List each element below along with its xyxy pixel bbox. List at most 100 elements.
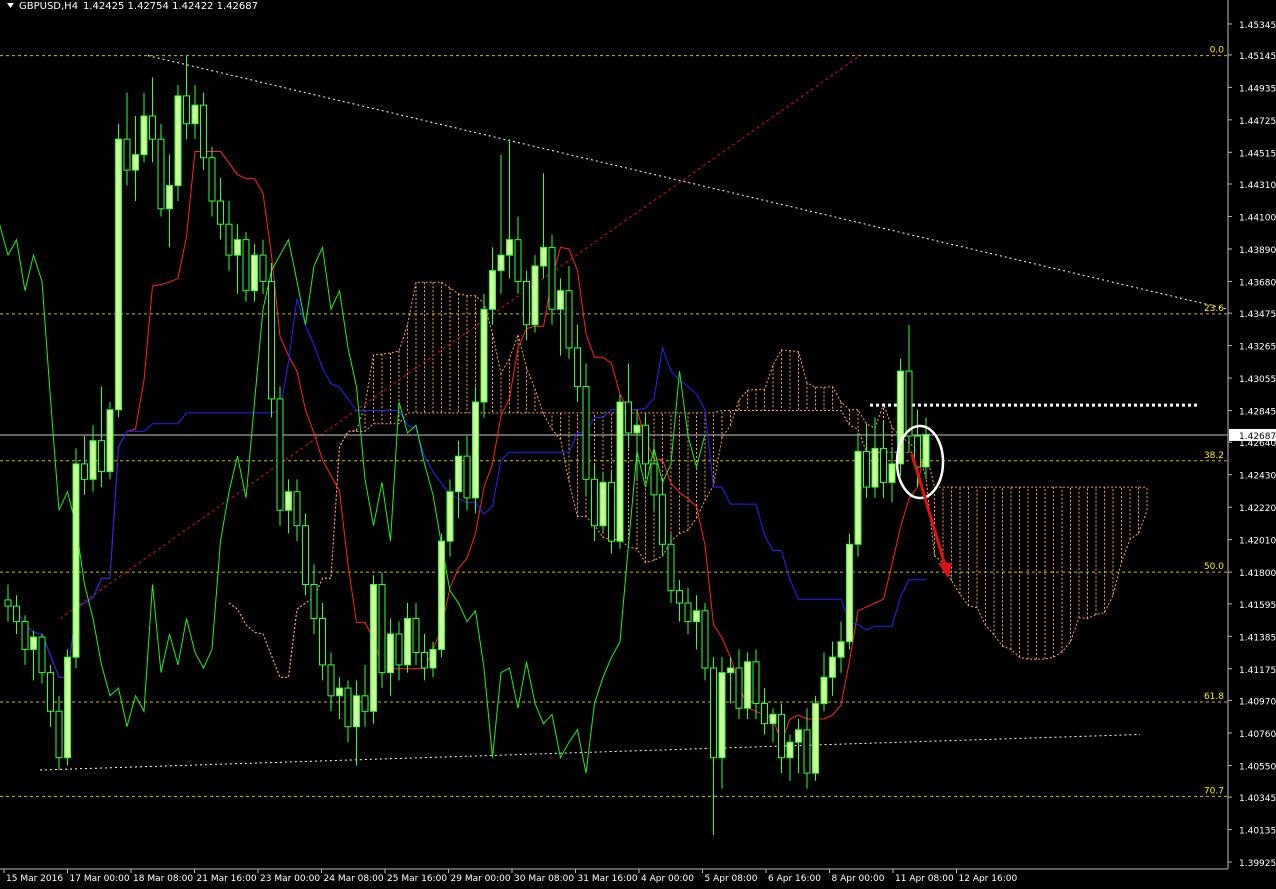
candle-body — [820, 676, 828, 705]
candle-body — [829, 656, 836, 678]
candle-body — [574, 347, 581, 388]
symbol-label: GBPUSD,H4 — [19, 1, 78, 12]
candle-body — [540, 246, 547, 267]
candle-body — [582, 386, 590, 480]
candle-body — [625, 401, 632, 434]
time-tick-label: 29 Mar 00:00 — [451, 874, 511, 884]
candle-body — [659, 494, 666, 545]
candle-body — [676, 590, 683, 604]
candle-body — [795, 729, 802, 743]
candle-body — [327, 664, 335, 697]
price-tick-label: 1.43890 — [1239, 246, 1276, 256]
candle-body — [387, 633, 394, 674]
price-tick-label: 1.40760 — [1239, 730, 1276, 740]
candle-body — [276, 398, 284, 511]
time-tick-label: 30 Mar 08:00 — [514, 874, 574, 884]
candle-body — [778, 713, 785, 759]
price-tick-label: 1.42010 — [1239, 537, 1276, 547]
candle-body — [710, 667, 717, 759]
candle-body — [157, 138, 165, 210]
price-tick-label: 1.44310 — [1239, 181, 1276, 191]
candle-body — [727, 667, 734, 674]
candle-body — [761, 703, 768, 725]
fibo-level-label: 38.2 — [1204, 451, 1224, 461]
price-tick-label: 1.43680 — [1239, 278, 1276, 288]
candle-body — [174, 95, 182, 187]
candle-body — [769, 713, 777, 725]
time-tick-label: 6 Apr 16:00 — [768, 874, 821, 884]
candle-body — [608, 481, 615, 542]
candle-body — [123, 138, 131, 171]
candle-body — [744, 661, 751, 709]
candle-body — [667, 543, 675, 592]
candle-body — [336, 687, 343, 697]
price-tick-label: 1.44935 — [1239, 84, 1276, 94]
gbpusd-h4-candlestick-chart[interactable]: 0.0 23.6 38.2 50.0 61.8 70.7 1.45345 1.45145 1.… — [0, 0, 1276, 889]
candle-body — [217, 200, 224, 225]
current-price-label: 1.42687 — [1239, 432, 1276, 442]
price-tick-label: 1.41385 — [1239, 633, 1276, 643]
price-tick-label: 1.44515 — [1239, 149, 1276, 159]
candle-body — [905, 370, 913, 437]
candle-body — [38, 636, 46, 674]
fibo-level-label: 0.0 — [1210, 46, 1225, 56]
candle-body — [863, 451, 870, 488]
candle-body — [81, 463, 88, 480]
candle-body — [701, 610, 709, 669]
price-tick-label: 1.45345 — [1239, 21, 1276, 31]
time-tick-label: 18 Mar 08:00 — [133, 874, 193, 884]
time-tick-label: 17 Mar 00:00 — [70, 874, 130, 884]
price-tick-label: 1.44725 — [1239, 117, 1276, 127]
candle-body — [591, 478, 598, 527]
candle-body — [4, 599, 12, 607]
candle-body — [166, 185, 173, 210]
price-tick-label: 1.42430 — [1239, 472, 1276, 482]
candle-body — [208, 157, 216, 202]
candle-body — [684, 602, 692, 623]
candle-body — [293, 491, 301, 527]
candle-body — [149, 115, 156, 140]
price-tick-label: 1.43265 — [1239, 343, 1276, 353]
candle-body — [557, 290, 564, 310]
time-tick-label: 4 Apr 00:00 — [641, 874, 694, 884]
candle-body — [200, 104, 207, 159]
candle-body — [548, 246, 556, 310]
price-tick-label: 1.39925 — [1239, 859, 1276, 869]
candle-body — [319, 618, 326, 666]
candle-body — [395, 633, 403, 666]
candle-body — [472, 401, 479, 499]
candle-body — [225, 223, 233, 256]
candle-body — [497, 254, 505, 272]
candle-body — [642, 424, 649, 465]
candle-body — [55, 710, 63, 759]
candle-body — [64, 656, 71, 759]
price-tick-label: 1.41800 — [1239, 569, 1276, 579]
candle-body — [803, 729, 811, 774]
candle-body — [812, 703, 819, 774]
candle-body — [132, 154, 139, 171]
candle-body — [752, 661, 760, 705]
candle-body — [871, 447, 879, 488]
candle-body — [718, 672, 726, 759]
time-tick-label: 23 Mar 00:00 — [260, 874, 320, 884]
candle-body — [404, 618, 411, 666]
time-tick-label: 12 Apr 16:00 — [959, 874, 1018, 884]
candle-body — [191, 104, 199, 125]
candle-body — [251, 254, 258, 292]
time-tick-label: 21 Mar 16:00 — [197, 874, 257, 884]
candle-body — [888, 463, 896, 483]
candle-body — [506, 239, 513, 256]
candle-body — [13, 605, 20, 623]
price-tick-label: 1.41175 — [1239, 666, 1276, 676]
candle-body — [115, 138, 122, 411]
candle-body — [880, 447, 887, 483]
candle-body — [599, 481, 607, 527]
price-tick-label: 1.44100 — [1239, 213, 1276, 223]
candle-body — [98, 440, 105, 473]
candle-body — [268, 280, 275, 400]
fibo-level-label: 61.8 — [1204, 692, 1224, 702]
candle-body — [106, 409, 114, 473]
fibo-level-label: 23.6 — [1204, 304, 1224, 314]
time-tick-label: 25 Mar 16:00 — [387, 874, 447, 884]
price-tick-label: 1.45145 — [1239, 52, 1276, 62]
